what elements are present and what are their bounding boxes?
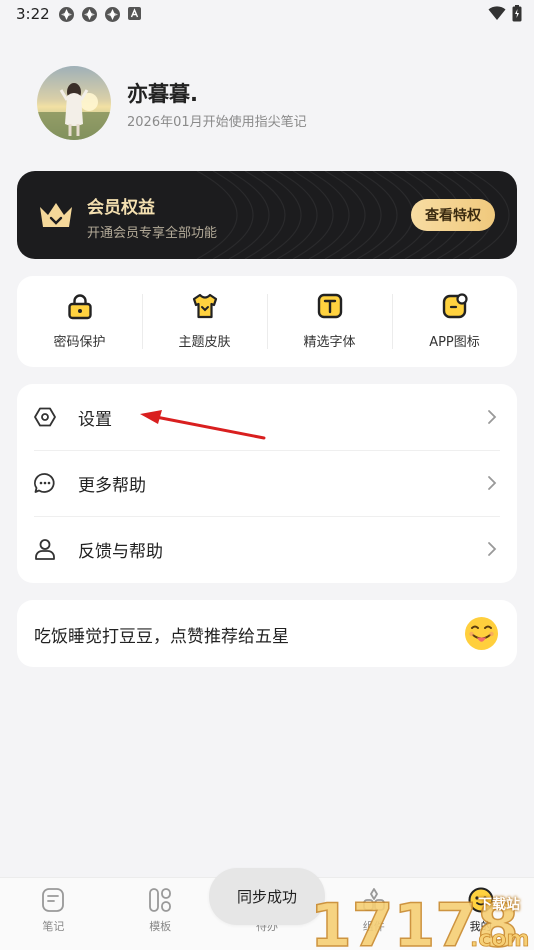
menu-item-more-help[interactable]: 更多帮助 [17, 450, 517, 516]
app-icon [441, 292, 469, 320]
quick-features: 密码保护 主题皮肤 精选字体 APP图标 [17, 276, 517, 367]
avatar[interactable] [37, 66, 111, 140]
notification-icons [58, 6, 144, 23]
font-icon [316, 292, 344, 320]
chevron-right-icon [487, 541, 497, 557]
template-icon [147, 887, 173, 913]
nav-notes[interactable]: 笔记 [0, 878, 107, 950]
profile-since: 2026年01月开始使用指尖笔记 [127, 115, 307, 130]
vip-card[interactable]: 会员权益 开通会员专享全部功能 查看特权 [17, 171, 517, 259]
nav-label: 笔记 [42, 920, 65, 933]
menu-item-feedback[interactable]: 反馈与帮助 [17, 516, 517, 582]
crown-icon [37, 199, 75, 231]
profile-header[interactable]: 亦暮暮. 2026年01月开始使用指尖笔记 [37, 66, 497, 142]
lock-icon [66, 292, 94, 320]
menu-item-label: 更多帮助 [78, 475, 146, 496]
settings-hex-icon [33, 405, 57, 429]
app-notification-icon [81, 6, 98, 23]
chevron-right-icon [487, 409, 497, 425]
person-icon [33, 537, 57, 561]
watermark-text: 下载站 [478, 897, 520, 913]
keyboard-notification-icon [127, 6, 144, 23]
sync-toast: 同步成功 [209, 868, 325, 925]
rate-app-card[interactable]: 吃饭睡觉打豆豆，点赞推荐给五星 [17, 600, 517, 667]
quick-item-theme[interactable]: 主题皮肤 [142, 276, 267, 367]
chevron-right-icon [487, 475, 497, 491]
quick-item-label: 密码保护 [53, 335, 106, 350]
chat-bubble-icon [33, 471, 57, 495]
quick-item-password[interactable]: 密码保护 [17, 276, 142, 367]
tongue-emoji-icon [464, 616, 499, 651]
menu-item-label: 设置 [78, 409, 112, 430]
app-notification-icon [104, 6, 121, 23]
view-privileges-button[interactable]: 查看特权 [411, 199, 495, 231]
quick-item-label: 精选字体 [303, 335, 356, 350]
app-notification-icon [58, 6, 75, 23]
watermark-domain: .com [470, 927, 529, 950]
wifi-icon [488, 6, 506, 25]
profile-name: 亦暮暮. [127, 82, 198, 106]
note-icon [40, 887, 66, 913]
nav-label: 模板 [149, 920, 172, 933]
menu-item-label: 反馈与帮助 [78, 541, 163, 562]
shirt-icon [191, 292, 219, 320]
status-bar: 3:22 [0, 0, 534, 30]
battery-icon [512, 5, 522, 26]
quick-item-label: 主题皮肤 [178, 335, 231, 350]
annotation-arrow [140, 410, 266, 440]
vip-subtitle: 开通会员专享全部功能 [87, 226, 218, 241]
vip-title: 会员权益 [87, 198, 155, 218]
quick-item-label: APP图标 [429, 335, 480, 350]
quick-item-font[interactable]: 精选字体 [267, 276, 392, 367]
quick-item-app-icon[interactable]: APP图标 [392, 276, 517, 367]
nav-templates[interactable]: 模板 [107, 878, 214, 950]
watermark-logo: 17178 .com [310, 890, 530, 950]
status-time: 3:22 [16, 5, 50, 23]
rate-text: 吃饭睡觉打豆豆，点赞推荐给五星 [34, 627, 289, 647]
